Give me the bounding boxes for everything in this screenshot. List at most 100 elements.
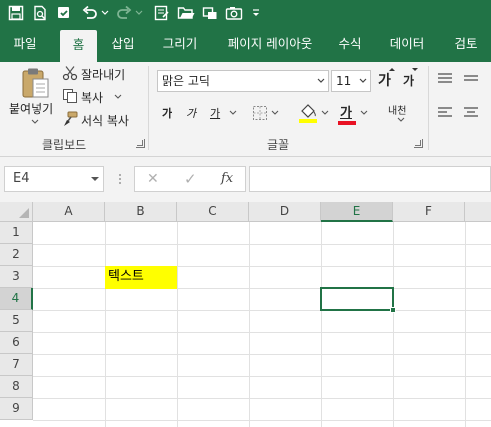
tab-insert[interactable]: 삽입 — [104, 26, 142, 62]
paste-dropdown-icon[interactable] — [28, 117, 42, 127]
cell-b3[interactable]: 텍스트 — [105, 266, 177, 289]
selected-cell-e4[interactable] — [320, 287, 394, 311]
row-header-4[interactable]: 4 — [0, 288, 33, 310]
column-header-f[interactable]: F — [393, 202, 465, 222]
row-header-8[interactable]: 8 — [0, 376, 33, 398]
name-box-dropdown-icon[interactable] — [91, 176, 99, 182]
clipboard-group-title: 클립보드 — [42, 138, 87, 152]
cancel-icon[interactable]: ✕ — [147, 171, 159, 187]
font-size-select[interactable]: 11 — [331, 70, 371, 92]
font-color-swatch — [338, 121, 356, 125]
column-header-d[interactable]: D — [249, 202, 321, 222]
tab-data[interactable]: 데이터 — [380, 26, 434, 62]
row-header-3[interactable]: 3 — [0, 266, 33, 288]
undo-dropdown-icon[interactable] — [100, 3, 110, 23]
name-box[interactable]: E4 — [4, 166, 104, 192]
align-middle-icon[interactable] — [462, 70, 480, 86]
font-group-title: 글꼴 — [267, 138, 290, 152]
underline-button[interactable]: 가 — [210, 105, 220, 121]
bold-button[interactable]: 가 — [162, 105, 172, 121]
gridline — [33, 376, 491, 377]
ribbon-tab-bar: 파일 홈 삽입 그리기 페이지 레이아웃 수식 데이터 검토 — [0, 26, 491, 62]
formula-input[interactable] — [249, 166, 491, 192]
row-header-7[interactable]: 7 — [0, 354, 33, 376]
gridline — [465, 222, 466, 427]
chevron-down-icon[interactable] — [356, 71, 370, 91]
column-header-b[interactable]: B — [105, 202, 177, 222]
copy-button[interactable]: 복사 — [81, 89, 103, 106]
paste-button[interactable]: 붙여넣기 — [9, 100, 53, 117]
tab-draw[interactable]: 그리기 — [152, 26, 208, 62]
group-separator — [148, 66, 149, 150]
borders-dropdown-icon[interactable] — [270, 109, 280, 117]
copy-dropdown-icon[interactable] — [113, 93, 123, 101]
customize-dropdown-icon[interactable] — [248, 3, 264, 23]
gridline — [33, 332, 491, 333]
decrease-font-size-button[interactable]: 가 — [403, 72, 414, 89]
row-header-6[interactable]: 6 — [0, 332, 33, 354]
gridline — [33, 420, 491, 421]
format-painter-button[interactable]: 서식 복사 — [81, 112, 129, 129]
enter-icon[interactable]: ✓ — [184, 170, 197, 188]
quick-access-toolbar — [0, 0, 491, 26]
phonetic-guide-button[interactable]: 내천 — [388, 102, 406, 117]
align-left-icon[interactable] — [436, 104, 454, 120]
row-header-9[interactable]: 9 — [0, 398, 33, 420]
italic-button[interactable]: 가 — [186, 105, 196, 121]
column-header-a[interactable]: A — [33, 202, 105, 222]
caret-down-icon — [412, 67, 418, 73]
print-preview-icon[interactable] — [30, 3, 50, 23]
gridline — [33, 266, 491, 267]
formula-bar-splitter-icon[interactable] — [117, 171, 123, 187]
align-center-icon[interactable] — [462, 104, 480, 120]
clipboard-launcher-icon[interactable] — [136, 139, 145, 148]
copy-icon[interactable] — [62, 88, 78, 104]
select-all-corner[interactable] — [0, 202, 33, 222]
phonetic-dropdown-icon[interactable] — [396, 116, 406, 124]
cut-button[interactable]: 잘라내기 — [81, 66, 125, 83]
fill-color-dropdown-icon[interactable] — [320, 109, 330, 117]
borders-icon[interactable] — [251, 104, 269, 122]
row-header-2[interactable]: 2 — [0, 244, 33, 266]
font-name-value: 맑은 고딕 — [162, 74, 210, 88]
tab-home[interactable]: 홈 — [60, 30, 97, 62]
font-name-select[interactable]: 맑은 고딕 — [157, 70, 329, 92]
gridline — [177, 222, 178, 427]
save-icon[interactable] — [6, 3, 26, 23]
tab-file[interactable]: 파일 — [5, 26, 45, 62]
column-header-partial[interactable] — [465, 202, 491, 222]
format-painter-icon[interactable] — [62, 111, 78, 127]
gridline — [33, 310, 491, 311]
gridline — [249, 222, 250, 427]
column-header-e[interactable]: E — [321, 202, 393, 222]
worksheet-grid[interactable]: A B C D E F 1 2 3 4 5 6 7 8 9 텍스트 — [0, 202, 491, 427]
camera-icon[interactable] — [224, 3, 244, 23]
align-top-icon[interactable] — [436, 70, 454, 86]
tab-page-layout[interactable]: 페이지 레이아웃 — [218, 26, 322, 62]
fill-color-icon[interactable] — [298, 102, 318, 124]
screenshot-icon[interactable] — [200, 3, 220, 23]
column-header-c[interactable]: C — [177, 202, 249, 222]
increase-font-size-button[interactable]: 가 — [378, 70, 391, 90]
fill-handle[interactable] — [390, 307, 396, 313]
gridline — [33, 398, 491, 399]
paste-icon[interactable] — [18, 66, 54, 100]
row-header-5[interactable]: 5 — [0, 310, 33, 332]
font-color-button[interactable]: 가 — [340, 102, 352, 121]
undo-icon[interactable] — [80, 3, 100, 23]
chevron-down-icon[interactable] — [314, 71, 328, 91]
tab-formulas[interactable]: 수식 — [330, 26, 370, 62]
open-folder-icon[interactable] — [176, 3, 196, 23]
row-header-1[interactable]: 1 — [0, 222, 33, 244]
gridline — [393, 222, 394, 427]
cut-icon[interactable] — [62, 65, 78, 81]
font-color-dropdown-icon[interactable] — [359, 109, 369, 117]
font-size-value: 11 — [336, 74, 352, 88]
form-icon[interactable] — [152, 3, 172, 23]
insert-function-icon[interactable]: fx — [221, 171, 233, 186]
underline-dropdown-icon[interactable] — [228, 109, 238, 117]
font-launcher-icon[interactable] — [414, 139, 423, 148]
tab-review[interactable]: 검토 — [444, 26, 488, 62]
spell-check-icon[interactable] — [54, 3, 74, 23]
gridline — [33, 354, 491, 355]
